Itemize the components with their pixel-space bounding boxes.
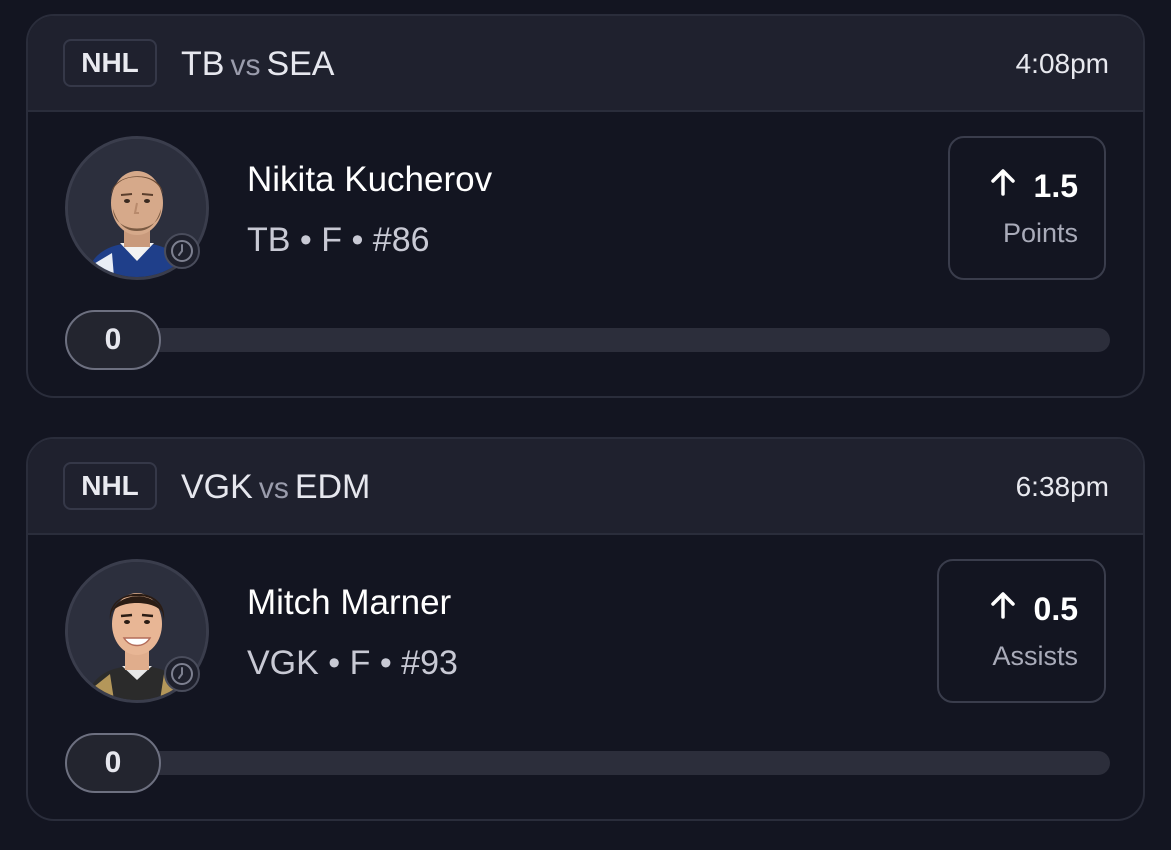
line-stat: Assists	[992, 641, 1078, 671]
matchup: VGK vs EDM	[181, 465, 370, 511]
progress-track	[138, 751, 1110, 775]
league-badge: NHL	[63, 39, 157, 87]
player-name: Mitch Marner	[247, 583, 452, 622]
clock-icon	[164, 233, 200, 269]
progress-value: 0	[65, 733, 161, 793]
progress-value: 0	[65, 310, 161, 370]
line-value: 1.5	[1033, 168, 1078, 204]
vs-label: vs	[258, 472, 289, 505]
pick-line-button[interactable]: 1.5 Points	[948, 136, 1106, 280]
team-b: EDM	[294, 468, 371, 506]
line-value-row: 0.5	[988, 589, 1078, 629]
league-badge: NHL	[63, 462, 157, 510]
clock-icon	[164, 656, 200, 692]
game-time: 4:08pm	[1015, 48, 1109, 79]
line-stat: Points	[1002, 218, 1078, 248]
vs-label: vs	[230, 49, 261, 82]
player-meta: VGK • F • #93	[247, 644, 458, 682]
team-a: TB	[181, 45, 225, 83]
line-value-row: 1.5	[988, 166, 1078, 206]
team-b: SEA	[266, 45, 335, 83]
card-header: NHL VGK vs EDM 6:38pm	[28, 439, 1143, 535]
progress-track	[138, 328, 1110, 352]
pick-card[interactable]: NHL TB vs SEA 4:08pm Nikita Kucherov TB …	[26, 14, 1145, 398]
pick-line-button[interactable]: 0.5 Assists	[937, 559, 1106, 703]
game-time: 6:38pm	[1015, 471, 1109, 502]
arrow-up-icon	[988, 589, 1018, 629]
team-a: VGK	[181, 468, 253, 506]
matchup: TB vs SEA	[181, 42, 335, 88]
card-header: NHL TB vs SEA 4:08pm	[28, 16, 1143, 112]
player-meta: TB • F • #86	[247, 221, 430, 259]
line-value: 0.5	[1033, 591, 1078, 627]
player-name: Nikita Kucherov	[247, 160, 493, 199]
arrow-up-icon	[988, 166, 1018, 206]
pick-card[interactable]: NHL VGK vs EDM 6:38pm Mitch Marner VGK •…	[26, 437, 1145, 821]
